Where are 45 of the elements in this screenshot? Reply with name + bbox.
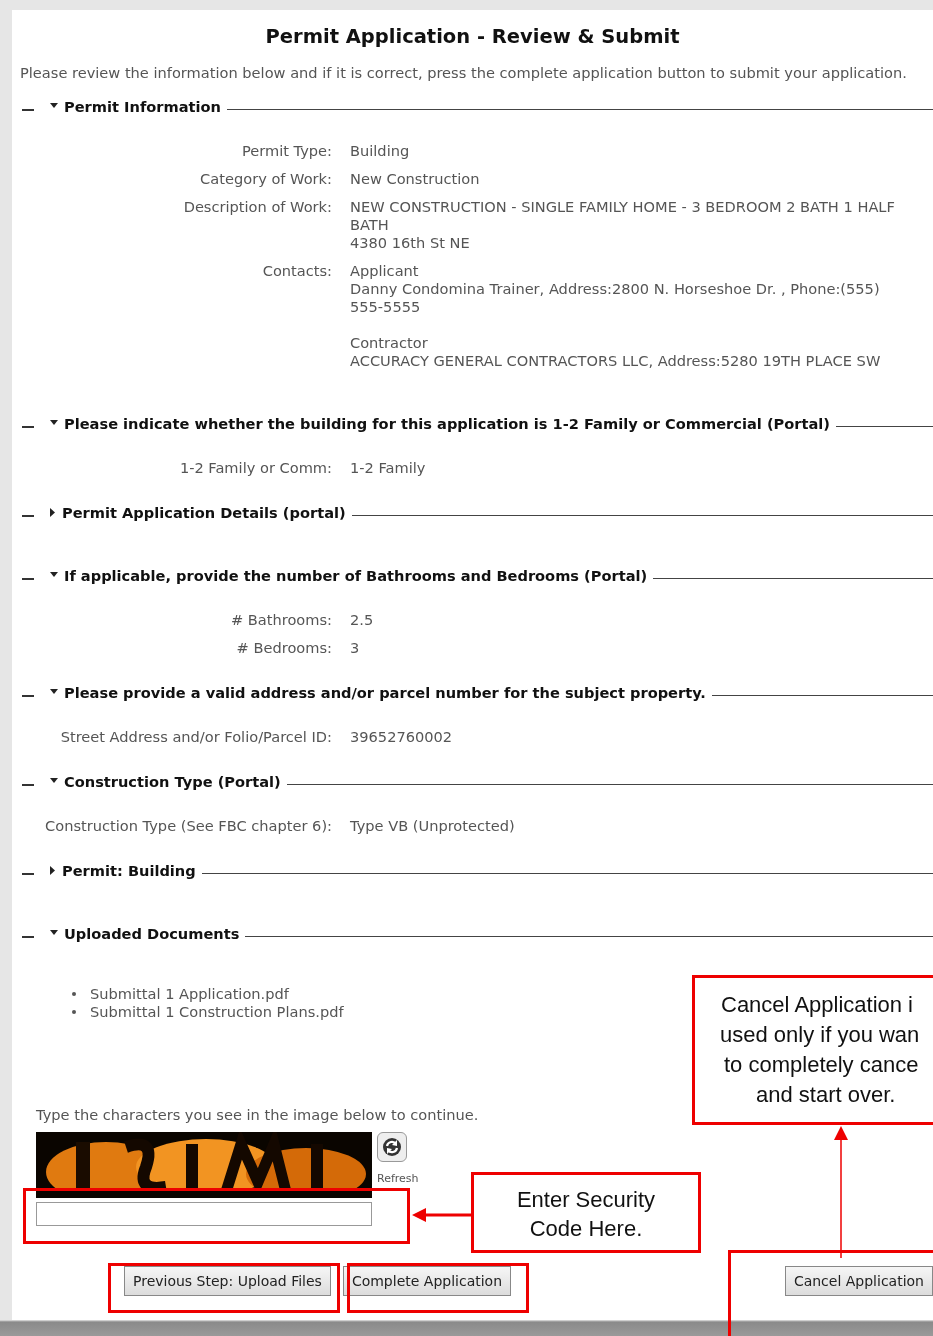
field-label: Permit Type: bbox=[240, 142, 332, 160]
section-heading[interactable]: Permit Application Details (portal) bbox=[62, 503, 346, 521]
callout-text: Code Here. bbox=[528, 1215, 644, 1243]
field-value: New Construction bbox=[350, 170, 481, 188]
field-value: Applicant bbox=[350, 262, 420, 280]
field-value: 2.5 bbox=[350, 611, 375, 629]
field-value: Danny Condomina Trainer, Address:2800 N. Horseshoe Dr. , Phone:(555) 555-5555 bbox=[350, 280, 881, 316]
field-label: Street Address and/or Folio/Parcel ID: bbox=[59, 728, 332, 746]
field-label: Construction Type (See FBC chapter 6): bbox=[44, 817, 332, 835]
document-link[interactable]: Submittal 1 Application.pdf bbox=[90, 985, 289, 1003]
section-heading[interactable]: Permit: Building bbox=[62, 861, 196, 879]
action-button[interactable]: Previous Step: Upload Files bbox=[124, 1266, 331, 1296]
section-heading[interactable]: Permit Information bbox=[64, 97, 221, 115]
callout-text: used only if you wan bbox=[719, 1021, 921, 1049]
field-value: 4380 16th St NE bbox=[350, 234, 471, 252]
field-label: # Bedrooms: bbox=[235, 639, 332, 657]
field-value: NEW CONSTRUCTION - SINGLE FAMILY HOME - 3 BEDROOM 2 BATH 1 HALF BATH bbox=[350, 198, 895, 234]
document-link[interactable]: Submittal 1 Construction Plans.pdf bbox=[90, 1003, 344, 1021]
field-label: Description of Work: bbox=[182, 198, 332, 217]
field-value: Building bbox=[350, 142, 411, 160]
captcha-instruction: Type the characters you see in the image below to continue. bbox=[36, 1106, 479, 1124]
action-button[interactable]: Complete Application bbox=[342, 1266, 512, 1296]
field-value: Contractor bbox=[350, 334, 429, 352]
callout-text: Cancel Application i bbox=[720, 991, 914, 1019]
field-value: Type VB (Unprotected) bbox=[350, 817, 516, 835]
section-heading[interactable]: Construction Type (Portal) bbox=[64, 772, 281, 790]
field-value: 39652760002 bbox=[350, 728, 454, 746]
page-title: Permit Application - Review & Submit bbox=[264, 24, 681, 50]
field-value: ACCURACY GENERAL CONTRACTORS LLC, Address:5280 19TH PLACE SW bbox=[350, 352, 882, 370]
field-value: 1-2 Family bbox=[350, 459, 427, 477]
section-heading[interactable]: If applicable, provide the number of Bathrooms and Bedrooms (Portal) bbox=[64, 566, 648, 584]
section-heading[interactable]: Please provide a valid address and/or parcel number for the subject property. bbox=[64, 683, 706, 701]
section-heading[interactable]: Please indicate whether the building for this application is 1-2 Family or Commercial (Portal) bbox=[64, 414, 830, 432]
field-label: Contacts: bbox=[261, 262, 332, 281]
field-label: Category of Work: bbox=[199, 170, 332, 188]
callout-text: Enter Security bbox=[515, 1186, 657, 1214]
cancel-button[interactable]: Cancel Application bbox=[784, 1266, 933, 1296]
refresh-link[interactable]: Refresh bbox=[377, 1172, 419, 1185]
field-value: 3 bbox=[350, 639, 361, 657]
callout-text: and start over. bbox=[755, 1081, 897, 1109]
section-heading[interactable]: Uploaded Documents bbox=[64, 924, 240, 942]
field-label: # Bathrooms: bbox=[229, 611, 332, 629]
callout-text: to completely cance bbox=[723, 1051, 920, 1079]
field-label: 1-2 Family or Comm: bbox=[178, 459, 332, 477]
intro-text: Please review the information below and if it is correct, press the complete application button to submit your application. bbox=[20, 64, 908, 82]
